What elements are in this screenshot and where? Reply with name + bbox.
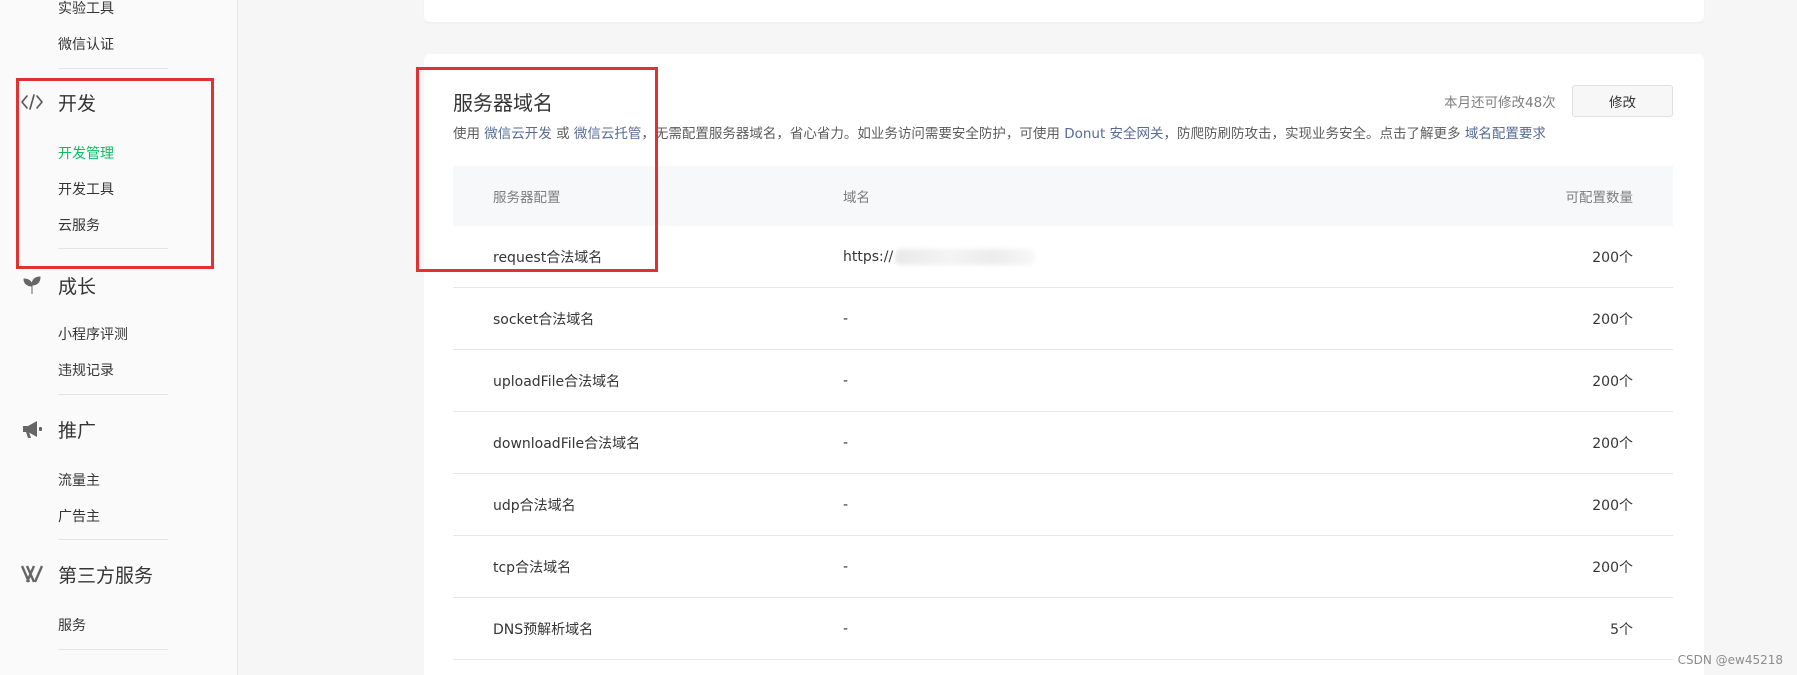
sidebar-divider [58, 248, 168, 249]
desc-text: ，无需配置服务器域名，省心省力。如业务访问需要安全防护，可使用 [641, 126, 1065, 142]
modify-quota-text: 本月还可修改48次 [1444, 95, 1556, 111]
table-row: socket合法域名 - 200个 [453, 288, 1673, 350]
sidebar-item-traffic-owner[interactable]: 流量主 [58, 470, 100, 490]
sidebar-group-label: 成长 [58, 275, 97, 298]
table-row: request合法域名 https:// 200个 [453, 226, 1673, 288]
sidebar-group-third-party[interactable]: 第三方服务 [20, 561, 153, 587]
row-config: downloadFile合法域名 [493, 436, 641, 452]
sidebar-group-develop[interactable]: 开发 [20, 89, 96, 115]
desc-text: 使用 [453, 126, 485, 142]
row-config: request合法域名 [493, 250, 603, 266]
section-title: 服务器域名 [453, 91, 553, 115]
row-config: tcp合法域名 [493, 560, 572, 576]
column-header-config: 服务器配置 [493, 190, 561, 206]
section-description: 使用 微信云开发 或 微信云托管，无需配置服务器域名，省心省力。如业务访问需要安… [453, 122, 1546, 142]
row-domain: - [843, 559, 849, 575]
sidebar-item-dev-management[interactable]: 开发管理 [58, 143, 114, 163]
row-config: uploadFile合法域名 [493, 374, 621, 390]
row-count: 200个 [1592, 250, 1633, 266]
third-party-icon [20, 562, 44, 586]
domain-requirements-link[interactable]: 域名配置要求 [1465, 126, 1546, 142]
desc-text: 或 [551, 126, 574, 142]
sidebar-group-label: 第三方服务 [58, 564, 154, 587]
sidebar-item-dev-tools[interactable]: 开发工具 [58, 179, 114, 199]
sidebar-divider [58, 649, 168, 650]
row-config: udp合法域名 [493, 498, 576, 514]
sidebar-divider [58, 394, 168, 395]
redacted-domain [895, 249, 1036, 265]
row-config: DNS预解析域名 [493, 622, 594, 638]
sidebar-item-wechat-verify[interactable]: 微信认证 [58, 34, 114, 54]
sidebar-group-label: 推广 [58, 419, 97, 442]
row-domain: https:// [843, 226, 1036, 288]
sidebar-group-growth[interactable]: 成长 [20, 272, 96, 298]
sidebar-group-promotion[interactable]: 推广 [20, 416, 96, 442]
sidebar-item-cloud-service[interactable]: 云服务 [58, 215, 100, 235]
sprout-icon [20, 273, 44, 297]
row-count: 200个 [1592, 560, 1633, 576]
sidebar: 实验工具 微信认证 开发 开发管理 开发工具 云服务 成长 小程序评测 违规记录… [0, 0, 238, 675]
megaphone-icon [20, 417, 44, 441]
table-header: 服务器配置 域名 可配置数量 [453, 166, 1673, 226]
table-row: DNS预解析域名 - 5个 [453, 598, 1673, 660]
row-domain: - [843, 311, 849, 327]
wechat-cloud-hosting-link[interactable]: 微信云托管 [574, 126, 642, 142]
row-domain-value: https:// [843, 249, 894, 265]
row-count: 200个 [1592, 436, 1633, 452]
table-row: udp合法域名 - 200个 [453, 474, 1673, 536]
column-header-domain: 域名 [843, 190, 870, 206]
table-row: tcp合法域名 - 200个 [453, 536, 1673, 598]
row-count: 5个 [1610, 622, 1633, 638]
wechat-cloud-dev-link[interactable]: 微信云开发 [484, 126, 552, 142]
row-domain: - [843, 621, 849, 637]
sidebar-divider [58, 539, 168, 540]
row-domain: - [843, 497, 849, 513]
row-count: 200个 [1592, 312, 1633, 328]
modify-button[interactable]: 修改 [1572, 85, 1673, 117]
sidebar-item-experiment-tools[interactable]: 实验工具 [58, 0, 114, 18]
code-icon [20, 90, 44, 114]
row-count: 200个 [1592, 498, 1633, 514]
row-domain: - [843, 435, 849, 451]
table-row: uploadFile合法域名 - 200个 [453, 350, 1673, 412]
row-config: socket合法域名 [493, 312, 595, 328]
table-row: downloadFile合法域名 - 200个 [453, 412, 1673, 474]
sidebar-item-advertiser[interactable]: 广告主 [58, 506, 100, 526]
row-domain: - [843, 373, 849, 389]
row-count: 200个 [1592, 374, 1633, 390]
sidebar-group-label: 开发 [58, 92, 97, 115]
sidebar-item-mini-program-review[interactable]: 小程序评测 [58, 324, 128, 344]
watermark: CSDN @ew45218 [1677, 653, 1783, 667]
column-header-count: 可配置数量 [1565, 190, 1634, 206]
donut-gateway-link[interactable]: Donut 安全网关 [1064, 126, 1163, 142]
previous-card [424, 0, 1704, 22]
desc-text: ，防爬防刷防攻击，实现业务安全。点击了解更多 [1163, 126, 1465, 142]
sidebar-divider [58, 68, 168, 69]
sidebar-item-violation-records[interactable]: 违规记录 [58, 360, 114, 380]
sidebar-item-service[interactable]: 服务 [58, 615, 86, 635]
